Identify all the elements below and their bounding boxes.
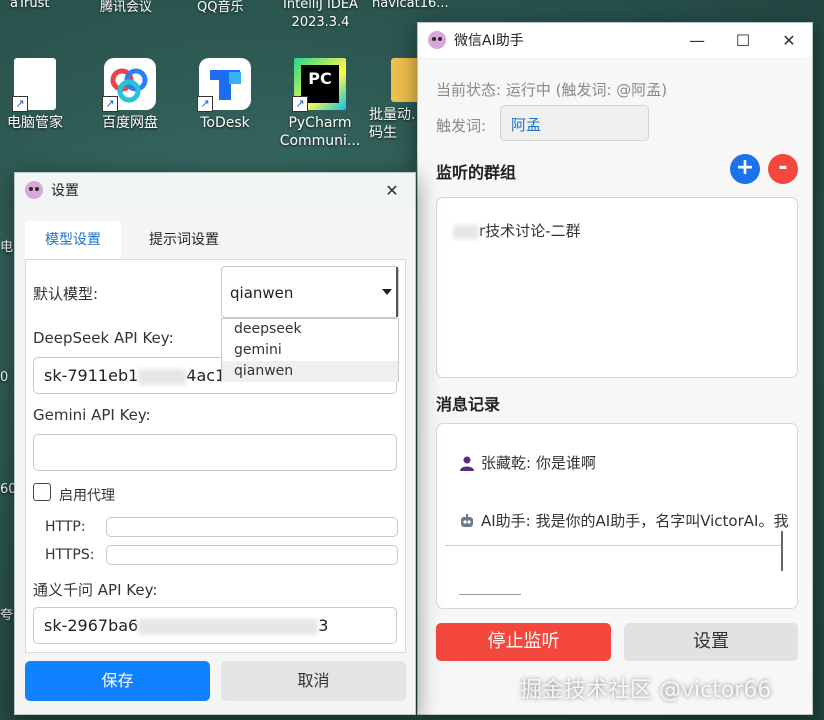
cancel-button[interactable]: 取消 [221,661,406,701]
robot-app-icon [428,31,446,49]
desktop-label-intellij[interactable]: IntelliJ IDEA 2023.3.4 [278,0,363,32]
todesk-icon: ↗ [197,58,251,112]
http-proxy-field[interactable] [106,517,398,537]
main-titlebar[interactable]: 微信AI助手 — ☐ ✕ [418,23,812,57]
baidu-netdisk-icon: ↗ [102,58,156,112]
gemini-key-field[interactable] [33,434,397,471]
close-button[interactable]: ✕ [766,23,812,57]
pycharm-icon: PC ↗ [292,58,346,112]
remove-group-button[interactable]: - [768,154,798,184]
proxy-label: 启用代理 [59,488,115,504]
http-label: HTTP: [45,519,86,535]
chevron-down-icon [382,289,392,295]
desktop-label-qqmusic[interactable]: QQ音乐 [197,0,243,15]
tab-prompt-settings[interactable]: 提示词设置 [129,221,239,259]
redacted-text [138,368,187,385]
wechat-ai-window: 微信AI助手 — ☐ ✕ 当前状态: 运行中 (触发词: @阿孟) 触发词: 阿… [417,22,813,715]
add-group-button[interactable]: + [730,154,760,184]
desktop-icon-batch-folder[interactable]: 批量动... 码生 [365,58,425,142]
model-option[interactable]: gemini [222,340,398,361]
qianwen-label: 通义千问 API Key: [33,581,158,599]
robot-icon [461,513,473,527]
message-item: 张藏乾: 你是谁啊 [459,452,596,473]
https-proxy-field[interactable] [106,545,398,565]
tab-model-settings[interactable]: 模型设置 [25,221,121,259]
desktop-fragment: 电 [0,240,14,255]
model-option[interactable]: qianwen [222,361,398,382]
model-select[interactable]: qianwen [221,266,399,318]
groups-heading: 监听的群组 [436,163,517,182]
desktop-icon-label: 百度网盘 [102,115,158,131]
settings-button[interactable]: 设置 [624,623,798,661]
message-divider [459,594,521,595]
desktop-icon-computer-manager[interactable]: ↗ 电脑管家 [0,58,74,132]
settings-titlebar[interactable]: 设置 ✕ [15,173,415,207]
robot-app-icon [25,181,43,199]
maximize-button[interactable]: ☐ [720,23,766,57]
trigger-input[interactable]: 阿孟 [500,105,649,141]
deepseek-label: DeepSeek API Key: [33,329,174,347]
messages-heading: 消息记录 [436,395,501,414]
desktop-icon-label: PyCharm Communi... [279,115,361,149]
model-dropdown[interactable]: deepseek gemini qianwen [221,318,399,382]
watermark: 掘金技术社区 @victor66 [520,678,772,703]
desktop-icon-label: ToDesk [200,115,250,131]
desktop-label-tencent-meeting[interactable]: 腾讯会议 [100,0,152,15]
main-window-title: 微信AI助手 [454,33,524,49]
desktop-icon-baidu-netdisk[interactable]: ↗ 百度网盘 [91,58,169,132]
default-model-label: 默认模型: [33,285,99,303]
desktop-label-navicat[interactable]: navicat16... [372,0,449,11]
settings-title: 设置 [51,183,79,199]
settings-window: 设置 ✕ 模型设置 提示词设置 默认模型: qianwen DeepSeek A… [14,172,416,715]
qianwen-key-field[interactable]: sk-2967ba6 3 [33,607,397,644]
https-label: HTTPS: [45,547,95,563]
minimize-button[interactable]: — [674,23,720,57]
close-button[interactable]: ✕ [369,173,415,207]
message-item: AI助手: 我是你的AI助手，名字叫VictorAI。我 [459,510,788,531]
message-divider [445,545,781,546]
desktop-icon-pycharm[interactable]: PC ↗ PyCharm Communi... [280,58,360,150]
redacted-text [138,618,319,635]
scrollbar[interactable] [781,531,783,571]
document-icon: ↗ [12,58,56,112]
user-icon [460,456,474,471]
gemini-label: Gemini API Key: [33,406,151,424]
desktop-icon-label: 批量动... 码生 [369,107,425,141]
proxy-checkbox[interactable] [33,483,51,501]
status-text: 当前状态: 运行中 (触发词: @阿孟) [436,81,668,99]
stop-listening-button[interactable]: 停止监听 [436,623,611,661]
save-button[interactable]: 保存 [25,661,210,701]
desktop-fragment: 夸 [0,608,14,623]
group-item[interactable]: r技术讨论-二群 [453,220,581,241]
message-log[interactable]: 张藏乾: 你是谁啊 AI助手: 我是你的AI助手，名字叫VictorAI。我 [436,423,798,609]
trigger-label: 触发词: [436,117,487,135]
group-list[interactable]: r技术讨论-二群 [436,197,798,378]
desktop-icon-todesk[interactable]: ↗ ToDesk [186,58,264,132]
redacted-text [453,224,479,239]
model-option[interactable]: deepseek [222,319,398,340]
desktop-label-atrust[interactable]: aTrust [10,0,49,11]
desktop-fragment: 0 [0,370,9,385]
desktop-icon-label: 电脑管家 [7,115,63,131]
